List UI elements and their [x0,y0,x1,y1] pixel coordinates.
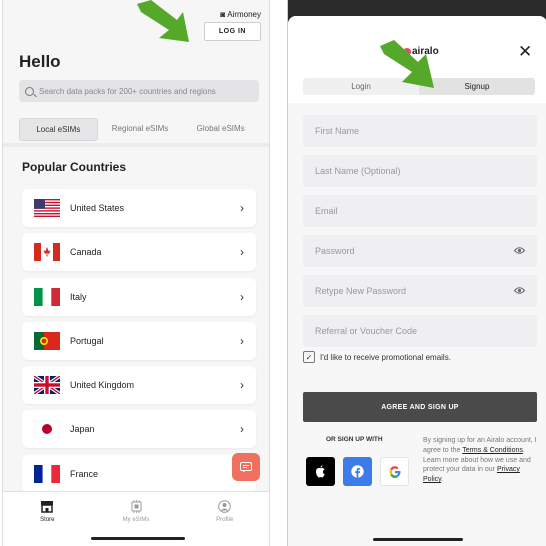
nav-label: Profile [216,517,234,523]
search-placeholder: Search data packs for 200+ countries and… [39,86,216,96]
tab-regional-esims[interactable]: Regional eSIMs [102,118,179,141]
tab-local-esims[interactable]: Local eSIMs [19,118,98,141]
field-placeholder: Last Name (Optional) [315,166,401,176]
top-bar: ◙ Airmoney LOG IN [203,10,261,41]
terms-suffix: . [441,476,444,484]
divider [3,143,269,147]
signup-screen: First Name Last Name (Optional) Email Pa… [287,0,546,546]
esim-tabs: Local eSIMs Regional eSIMs Global eSIMs [19,118,259,141]
store-screen: ◙ Airmoney LOG IN Hello Search data pack… [2,0,270,546]
sim-icon [129,500,143,513]
first-name-field[interactable]: First Name [303,115,537,147]
apple-icon [315,465,325,478]
tab-global-esims[interactable]: Global eSIMs [182,118,259,141]
close-icon[interactable]: ✕ [518,42,532,62]
home-indicator [91,537,185,540]
promo-emails-checkbox[interactable]: ✓ I'd like to receive promotional emails… [303,351,451,363]
nav-store[interactable]: Store [3,492,92,546]
field-placeholder: First Name [315,126,360,136]
country-name: United Kingdom [70,380,135,391]
store-icon [40,500,54,513]
field-placeholder: Retype New Password [315,286,407,296]
brand: ◙ Airmoney [204,10,261,19]
canada-flag-icon [34,243,60,262]
terms-link[interactable]: Terms & Conditions [462,447,523,454]
signup-sheet: First Name Last Name (Optional) Email Pa… [288,16,546,546]
country-item-italy[interactable]: Italy › [22,277,256,316]
search-icon [25,86,34,96]
chevron-right-icon: › [240,289,244,304]
country-name: United States [70,203,125,213]
field-placeholder: Referral or Voucher Code [315,326,418,336]
nav-label: Store [40,517,55,523]
country-item-japan[interactable]: Japan › [22,410,256,449]
country-name: Canada [70,247,102,258]
last-name-field[interactable]: Last Name (Optional) [303,155,537,187]
country-item-portugal[interactable]: Portugal › [22,321,256,360]
or-sign-up-with-label: OR SIGN UP WITH [326,436,383,443]
brand-icon: ◙ [220,10,226,19]
chevron-right-icon: › [240,333,244,348]
france-flag-icon [34,464,60,483]
apple-signin-button[interactable] [306,457,335,486]
green-arrow-icon [380,40,434,88]
country-name: Italy [70,291,87,302]
uk-flag-icon [34,376,60,395]
chevron-right-icon: › [240,201,244,215]
field-placeholder: Email [315,206,338,216]
chevron-right-icon: › [240,245,244,260]
green-arrow-icon [137,0,189,42]
agree-and-sign-up-button[interactable]: AGREE AND SIGN UP [303,392,537,422]
chat-icon [240,461,252,472]
country-list: United States › Canada › Italy › Portuga… [22,189,256,499]
password-field[interactable]: Password [303,235,537,267]
checkbox-icon[interactable]: ✓ [303,351,315,363]
field-placeholder: Password [315,246,355,256]
retype-password-field[interactable]: Retype New Password [303,275,537,307]
referral-code-field[interactable]: Referral or Voucher Code [303,315,537,347]
home-indicator [373,538,463,541]
social-buttons [306,457,409,486]
country-item-united-states[interactable]: United States › [22,189,256,227]
brand-label: Airmoney [227,10,261,19]
nav-label: My eSIMs [122,517,150,523]
eye-icon[interactable] [513,286,526,296]
facebook-icon [351,465,364,478]
terms-text: By signing up for an Airalo account, I a… [423,436,541,485]
country-item-france[interactable]: France › [22,454,256,493]
country-name: Japan [70,424,95,435]
country-name: France [70,468,99,479]
login-button[interactable]: LOG IN [203,22,261,41]
search-input[interactable]: Search data packs for 200+ countries and… [19,80,259,102]
google-icon [389,465,400,478]
facebook-signin-button[interactable] [343,457,372,486]
bottom-nav: Store My eSIMs Profile [3,491,269,546]
email-field[interactable]: Email [303,195,537,227]
country-item-canada[interactable]: Canada › [22,233,256,272]
promo-label: I'd like to receive promotional emails. [320,352,451,362]
country-name: Portugal [70,335,104,346]
nav-profile[interactable]: Profile [180,492,269,546]
section-title: Popular Countries [22,160,127,174]
chevron-right-icon: › [240,422,244,437]
eye-icon[interactable] [513,246,526,256]
japan-flag-icon [34,420,60,439]
us-flag-icon [34,199,60,217]
portugal-flag-icon [34,331,60,350]
italy-flag-icon [34,287,60,306]
google-signin-button[interactable] [380,457,409,486]
profile-icon [218,500,232,513]
chat-button[interactable] [232,453,260,481]
chevron-right-icon: › [240,378,244,393]
country-item-united-kingdom[interactable]: United Kingdom › [22,366,256,405]
page-title: Hello [19,52,61,71]
